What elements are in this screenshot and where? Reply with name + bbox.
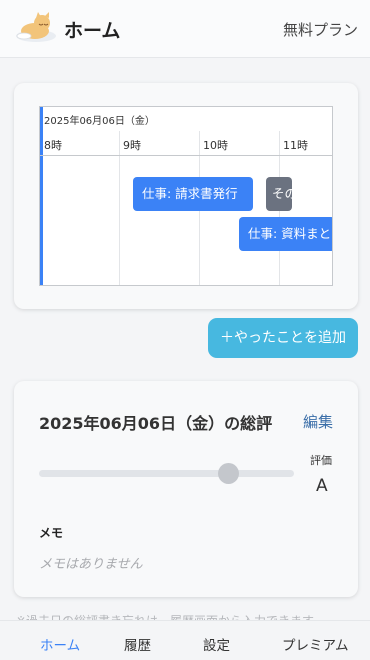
timeline-date: 2025年06月06日（金）: [44, 116, 155, 127]
memo-label: メモ: [39, 526, 64, 540]
app-header: ホーム 無料プラン: [0, 0, 370, 58]
rating-value: A: [316, 476, 328, 496]
page-title: ホーム: [64, 20, 121, 42]
event-block[interactable]: 仕事: 資料まとめ: [239, 217, 332, 251]
bottom-nav: ホーム 履歴 設定 プレミアム: [0, 620, 370, 660]
sleeping-cat-logo: [16, 12, 56, 42]
rating-slider-thumb[interactable]: [217, 463, 239, 484]
hour-label: 11時: [283, 139, 308, 152]
daily-summary-card: 2025年06月06日（金）の総評 編集 評価 A メモ メモはありません: [14, 381, 358, 597]
event-block[interactable]: その: [266, 177, 292, 211]
hour-label: 10時: [203, 139, 228, 152]
edit-button[interactable]: 編集: [303, 411, 333, 432]
add-activity-button[interactable]: ＋やったことを追加: [208, 318, 358, 358]
memo-text: メモはありません: [39, 557, 143, 572]
day-timeline[interactable]: 2025年06月06日（金） 8時 9時 10時 11時 仕事: 請求書発行 そ…: [39, 106, 333, 286]
nav-home[interactable]: ホーム: [40, 634, 80, 654]
hour-label: 9時: [123, 139, 141, 152]
timeline-header-divider: [40, 155, 332, 156]
timeline-card: 2025年06月06日（金） 8時 9時 10時 11時 仕事: 請求書発行 そ…: [14, 83, 358, 309]
event-block[interactable]: 仕事: 請求書発行: [133, 177, 253, 211]
timeline-accent-bar: [40, 107, 43, 285]
nav-premium[interactable]: プレミアム: [282, 634, 349, 654]
hour-label: 8時: [44, 139, 62, 152]
rating-slider[interactable]: [39, 470, 294, 477]
rating-label: 評価: [310, 454, 332, 467]
nav-settings[interactable]: 設定: [203, 634, 230, 654]
summary-title: 2025年06月06日（金）の総評: [39, 414, 273, 433]
nav-history[interactable]: 履歴: [124, 634, 151, 654]
plan-badge[interactable]: 無料プラン: [283, 19, 358, 40]
